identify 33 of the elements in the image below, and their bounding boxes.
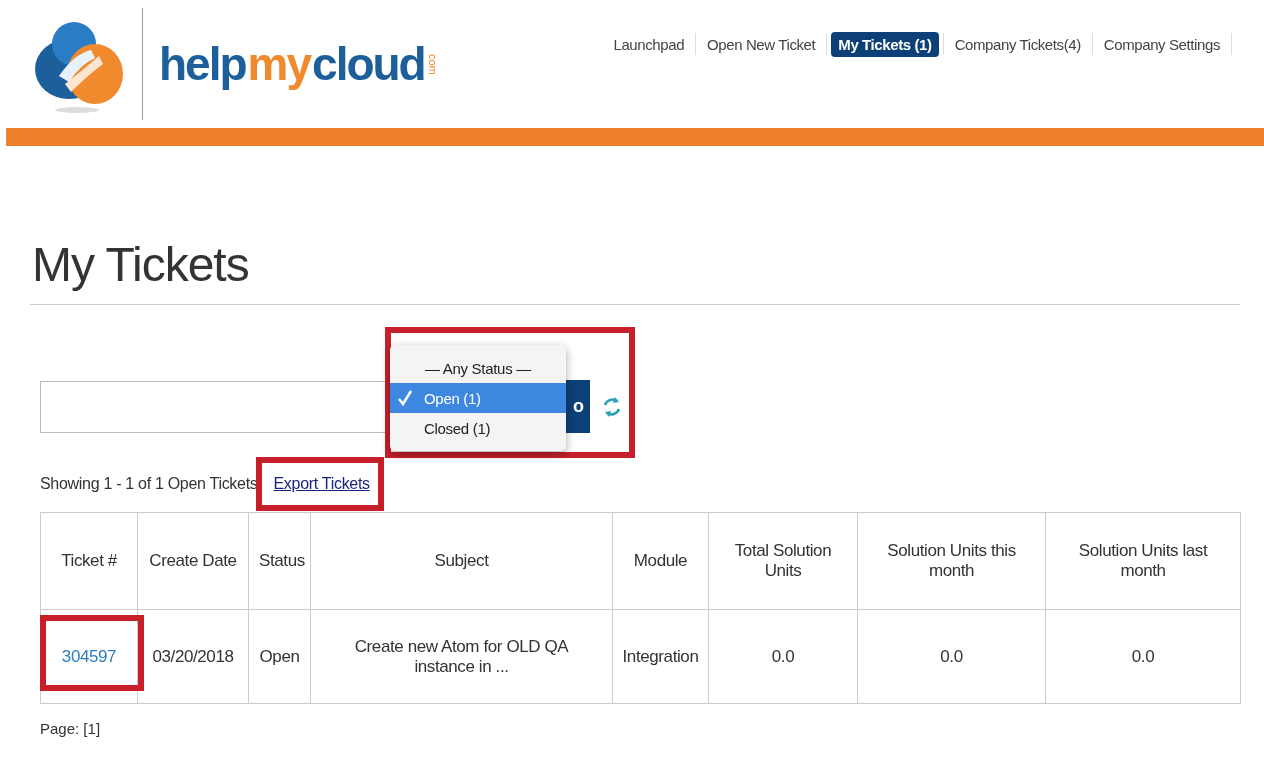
table-cell: Create new Atom for OLD QA instance in ... — [310, 609, 613, 704]
logo-text: help — [159, 37, 246, 91]
nav-tab[interactable]: Company Settings — [1096, 31, 1227, 57]
table-cell: Integration — [612, 609, 709, 704]
table-cell: 03/20/2018 — [137, 609, 249, 704]
table-cell: 0.0 — [857, 609, 1046, 704]
column-header: Solution Units last month — [1045, 512, 1241, 610]
table-cell: 0.0 — [708, 609, 858, 704]
results-summary: Showing 1 - 1 of 1 Open Tickets — [40, 475, 258, 493]
column-header: Solution Units this month — [857, 512, 1046, 610]
nav-tab[interactable]: Open New Ticket — [700, 31, 823, 57]
nav-tab[interactable]: My Tickets (1) — [831, 31, 939, 57]
nav-tab[interactable]: Launchpad — [606, 31, 692, 57]
menu-item[interactable]: Open (1) — [390, 383, 566, 413]
column-header: Total Solution Units — [708, 512, 858, 610]
logo-text: my — [247, 37, 311, 91]
column-header: Create Date — [137, 512, 249, 610]
logo-suffix: com — [426, 53, 439, 75]
refresh-icon[interactable] — [602, 395, 622, 418]
column-header: Module — [612, 512, 709, 610]
check-icon — [398, 390, 412, 406]
ticket-link[interactable]: 304597 — [61, 646, 117, 666]
page-title: My Tickets — [32, 237, 250, 293]
pager-text: Page: [1] — [40, 720, 102, 737]
column-header: Ticket # — [40, 512, 138, 610]
nav-tab[interactable]: Company Tickets(4) — [947, 31, 1088, 57]
table-cell: Open — [248, 609, 311, 704]
menu-item[interactable]: — Any Status — — [390, 353, 566, 383]
export-link[interactable]: Export Tickets — [273, 475, 370, 492]
column-header: Status — [248, 512, 311, 610]
table-cell: 0.0 — [1045, 609, 1241, 704]
logo-text: cloud — [312, 37, 425, 91]
column-header: Subject — [310, 512, 613, 610]
